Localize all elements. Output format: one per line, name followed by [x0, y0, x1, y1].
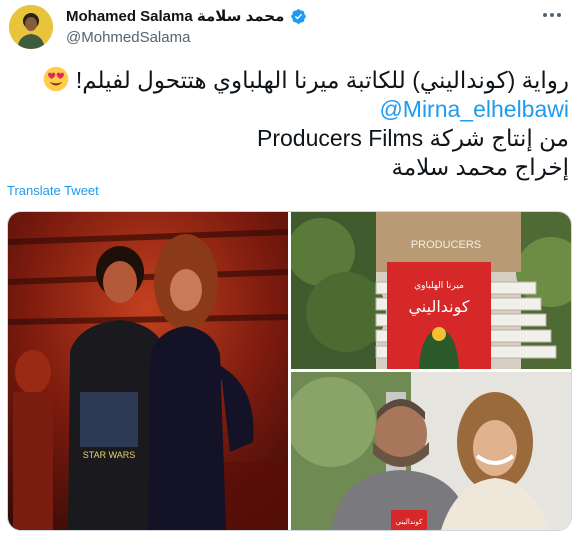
tweet-line-4: إخراج محمد سلامة	[391, 154, 570, 180]
verified-badge-icon	[291, 8, 307, 24]
tweet-text: رواية (كونداليني) للكاتبة ميرنا الهلباوي…	[9, 66, 569, 182]
media-grid: STAR WARS PRODUCERS ميرنا الهلباوي كوندا…	[7, 211, 572, 531]
author-handle[interactable]: @MohmedSalama	[66, 29, 307, 46]
photo-1-image: STAR WARS	[8, 212, 288, 530]
translate-tweet-link[interactable]: Translate Tweet	[7, 183, 99, 198]
photo-3-image: كونداليني	[291, 372, 571, 530]
more-dot	[543, 13, 547, 17]
more-options-icon[interactable]	[541, 6, 563, 24]
book-author-text: ميرنا الهلباوي	[414, 281, 464, 291]
photo-2-image: PRODUCERS ميرنا الهلباوي كونداليني	[291, 212, 571, 369]
photo-book-on-stairs[interactable]: PRODUCERS ميرنا الهلباوي كونداليني	[291, 212, 571, 369]
mention-link[interactable]: @Mirna_elhelbawi	[9, 95, 569, 124]
producers-sign-text: PRODUCERS	[411, 239, 481, 251]
display-name-row[interactable]: Mohamed Salama محمد سلامة	[66, 6, 307, 26]
tweet-line-1: رواية (كونداليني) للكاتبة ميرنا الهلباوي…	[9, 66, 569, 95]
tweet-line-1-text: رواية (كونداليني) للكاتبة ميرنا الهلباوي…	[75, 67, 569, 93]
author-display-name[interactable]: Mohamed Salama محمد سلامة	[66, 7, 284, 25]
book-title-small-text: كونداليني	[396, 518, 423, 526]
shirt-text: STAR WARS	[83, 450, 136, 460]
tweet-line-3: من إنتاج شركة Producers Films	[257, 125, 569, 151]
photo-couple-red-light[interactable]: STAR WARS	[8, 212, 288, 530]
more-dot	[557, 13, 561, 17]
more-dot	[550, 13, 554, 17]
avatar-image	[9, 5, 53, 49]
tweet-header: Mohamed Salama محمد سلامة @MohmedSalama	[0, 0, 577, 56]
author-names: Mohamed Salama محمد سلامة @MohmedSalama	[66, 6, 307, 46]
photo-author-and-director[interactable]: كونداليني	[291, 372, 571, 530]
book-title-text: كونداليني	[408, 297, 469, 317]
heart-eyes-emoji-icon	[44, 66, 69, 92]
author-avatar[interactable]	[9, 5, 53, 49]
